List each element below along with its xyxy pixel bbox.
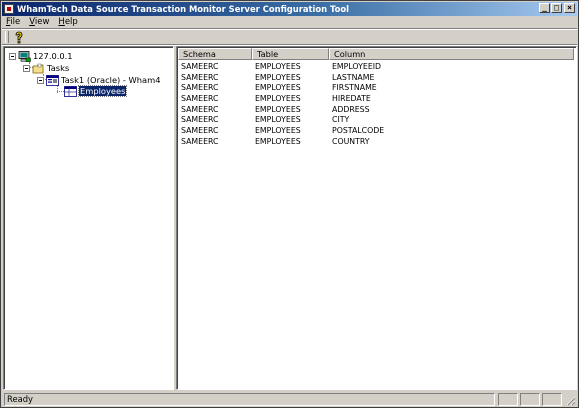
tree-connector — [57, 91, 64, 92]
server-computer-icon — [18, 50, 31, 62]
tree-label-tasks: Tasks — [47, 63, 70, 73]
cell-schema: SAMEERC — [181, 62, 219, 71]
cell-column: POSTALCODE — [332, 126, 385, 136]
cell-column: HIREDATE — [332, 94, 371, 104]
collapse-icon[interactable] — [23, 64, 30, 72]
table-icon — [64, 85, 77, 97]
status-panel-3 — [542, 393, 562, 406]
resize-grip-icon[interactable] — [566, 396, 576, 406]
cell-column: FIRSTNAME — [332, 83, 377, 93]
status-text: Ready — [4, 393, 495, 406]
status-panel-2 — [520, 393, 540, 406]
tree-view-inner: 127.0.0.1 Tasks Task1 (Oracle) - Wham4 E… — [4, 47, 173, 389]
list-row[interactable]: SAMEERC EMPLOYEES COUNTRY — [178, 137, 529, 148]
cell-column: CITY — [332, 115, 350, 125]
menu-file[interactable]: File — [6, 17, 20, 27]
tree-label-task1: Task1 (Oracle) - Wham4 — [61, 75, 161, 85]
list-rows: SAMEERC EMPLOYEES EMPLOYEEID SAMEERC EMP… — [178, 62, 529, 148]
tree-node-tasks[interactable]: Tasks — [23, 62, 69, 74]
close-button[interactable]: × — [564, 3, 575, 13]
help-button[interactable] — [12, 30, 26, 44]
oracle-task-icon — [46, 74, 59, 86]
app-window: WhamTech Data Source Transaction Monitor… — [0, 0, 579, 408]
cell-table: EMPLOYEES — [255, 126, 301, 136]
cell-table: EMPLOYEES — [255, 83, 301, 93]
status-panel-1 — [498, 393, 518, 406]
cell-schema: SAMEERC — [181, 126, 219, 136]
caption-buttons: _ □ × — [538, 3, 575, 13]
menu-view-label: iew — [34, 17, 50, 27]
toolbar — [2, 30, 577, 44]
cell-table: EMPLOYEES — [255, 104, 301, 114]
tasks-folder-icon — [32, 63, 45, 74]
maximize-button[interactable]: □ — [551, 3, 562, 13]
cell-table: EMPLOYEES — [255, 62, 301, 71]
column-header-schema[interactable]: Schema — [178, 48, 252, 60]
cell-column: ADDRESS — [332, 104, 370, 114]
tree-view[interactable]: 127.0.0.1 Tasks Task1 (Oracle) - Wham4 E… — [3, 46, 174, 390]
cell-table: EMPLOYEES — [255, 72, 301, 82]
list-row[interactable]: SAMEERC EMPLOYEES POSTALCODE — [178, 126, 529, 137]
menu-view[interactable]: View — [29, 17, 49, 27]
list-row[interactable]: SAMEERC EMPLOYEES LASTNAME — [178, 73, 529, 84]
cell-table: EMPLOYEES — [255, 136, 301, 146]
list-row[interactable]: SAMEERC EMPLOYEES CITY — [178, 115, 529, 126]
list-row[interactable]: SAMEERC EMPLOYEES EMPLOYEEID — [178, 62, 529, 73]
title-bar[interactable]: WhamTech Data Source Transaction Monitor… — [2, 2, 577, 16]
cell-table: EMPLOYEES — [255, 94, 301, 104]
cell-schema: SAMEERC — [181, 115, 219, 125]
column-header-table[interactable]: Table — [252, 48, 329, 60]
collapse-icon[interactable] — [37, 76, 44, 84]
tree-node-employees[interactable]: Employees — [64, 85, 128, 97]
minimize-button[interactable]: _ — [539, 3, 550, 13]
list-row[interactable]: SAMEERC EMPLOYEES ADDRESS — [178, 105, 529, 116]
cell-schema: SAMEERC — [181, 72, 219, 82]
list-row[interactable]: SAMEERC EMPLOYEES HIREDATE — [178, 94, 529, 105]
collapse-icon[interactable] — [9, 52, 16, 60]
cell-schema: SAMEERC — [181, 136, 219, 146]
cell-table: EMPLOYEES — [255, 115, 301, 125]
cell-column: COUNTRY — [332, 136, 370, 146]
menu-help-label: elp — [64, 17, 78, 27]
help-question-icon — [15, 31, 23, 43]
toolbar-grip[interactable] — [5, 31, 9, 43]
app-icon[interactable] — [4, 4, 14, 14]
tree-label-employees: Employees — [77, 85, 128, 97]
menu-file-label: ile — [10, 17, 21, 27]
window-title: WhamTech Data Source Transaction Monitor… — [17, 4, 349, 14]
columns-list-view[interactable]: Schema Table Column SAMEERC EMPLOYEES EM… — [176, 46, 577, 390]
status-bar: Ready — [2, 392, 577, 407]
cell-column: LASTNAME — [332, 72, 375, 82]
tree-label-server: 127.0.0.1 — [33, 51, 73, 61]
tree-node-server[interactable]: 127.0.0.1 — [9, 50, 73, 62]
cell-schema: SAMEERC — [181, 94, 219, 104]
cell-column: EMPLOYEEID — [332, 62, 382, 71]
list-header: Schema Table Column — [178, 48, 574, 60]
cell-schema: SAMEERC — [181, 83, 219, 93]
cell-schema: SAMEERC — [181, 104, 219, 114]
menu-help[interactable]: Help — [58, 17, 77, 27]
column-header-column[interactable]: Column — [329, 48, 574, 60]
menu-bar: File View Help — [2, 16, 577, 28]
list-view-inner: Schema Table Column SAMEERC EMPLOYEES EM… — [177, 47, 576, 389]
list-row[interactable]: SAMEERC EMPLOYEES FIRSTNAME — [178, 83, 529, 94]
